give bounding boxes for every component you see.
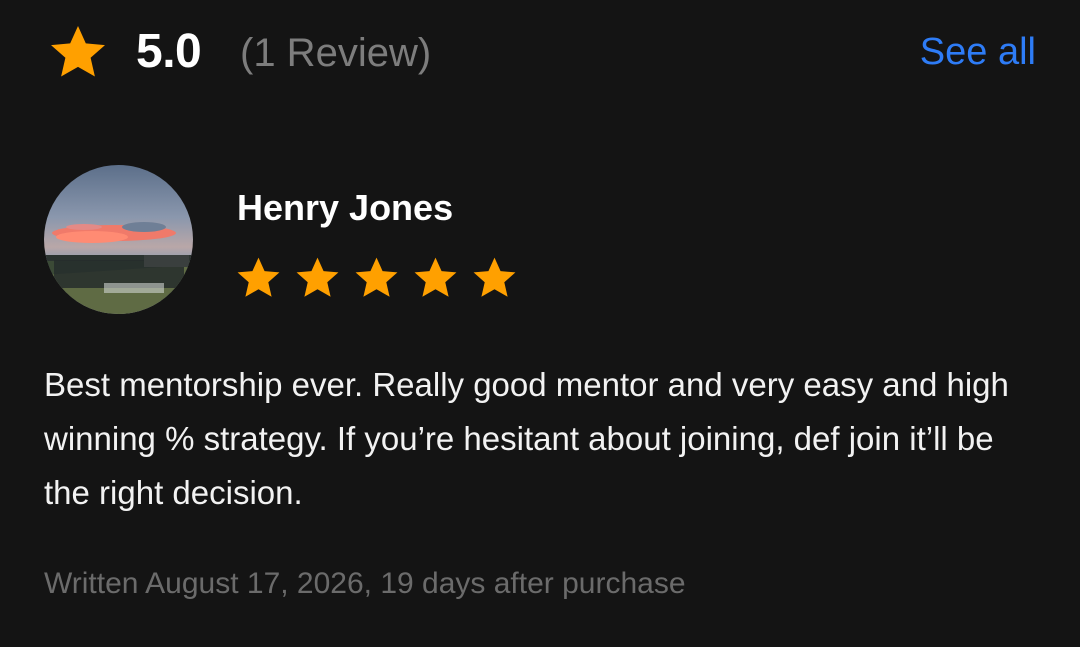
avatar[interactable] — [44, 165, 193, 314]
star-icon — [414, 257, 457, 297]
average-rating: 5.0 — [136, 25, 202, 78]
star-icon — [237, 257, 280, 297]
reviewer-name[interactable]: Henry Jones — [237, 186, 453, 230]
review-written-date: Written August 17, 2026, 19 days after p… — [44, 567, 686, 600]
star-icon — [51, 26, 105, 77]
avatar-photo — [44, 165, 193, 314]
rating-summary-header: 5.0 (1 Review) See all — [0, 0, 1080, 104]
star-icon — [355, 257, 398, 297]
star-icon — [473, 257, 516, 297]
see-all-link[interactable]: See all — [920, 28, 1036, 76]
review-star-rating — [235, 256, 518, 302]
star-icon — [296, 257, 339, 297]
review-count: (1 Review) — [240, 31, 432, 75]
review-text: Best mentorship ever. Really good mentor… — [44, 366, 1009, 511]
